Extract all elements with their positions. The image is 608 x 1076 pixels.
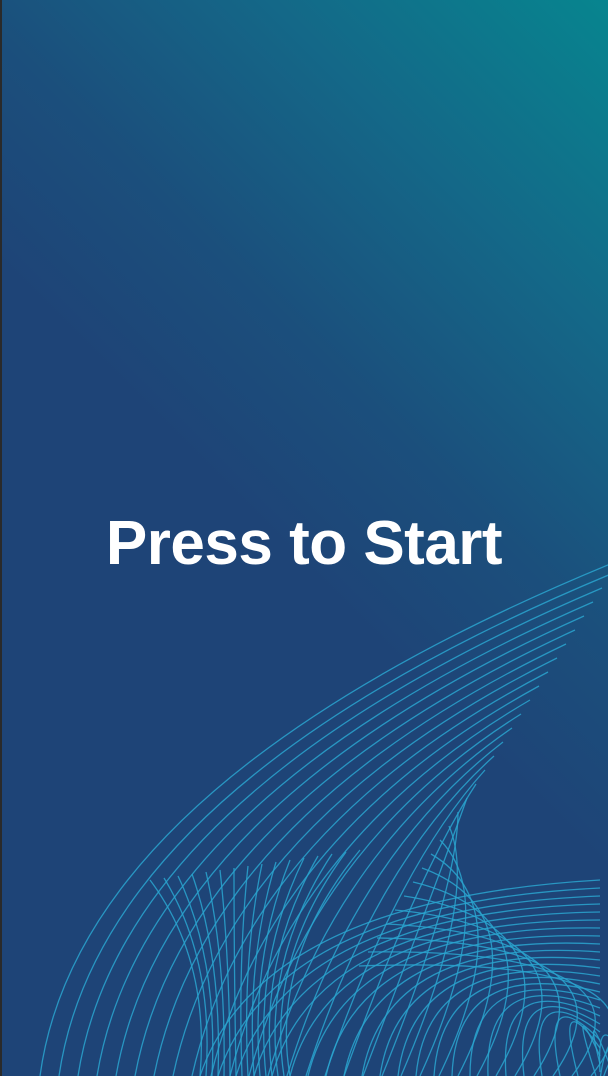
start-button[interactable]: Press to Start [0, 0, 608, 1076]
start-screen: Press to Start [0, 0, 608, 1076]
start-label: Press to Start [105, 508, 503, 578]
